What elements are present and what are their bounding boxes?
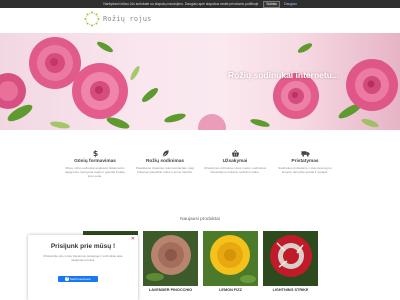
feature-title: Rožių sodinimas — [145, 159, 185, 164]
cookie-message: Naršydami toliau Jūs sutinkate su slapuk… — [103, 2, 260, 6]
cookie-more-link[interactable]: Daugiau — [284, 0, 297, 8]
feature-description: Pateikiame išsamias rekomendacijas, kaip… — [135, 166, 195, 174]
logo-text: Rožių rojus — [103, 15, 152, 23]
product-name[interactable]: LIGHTNING STRIKE — [263, 288, 318, 292]
feature-description: Užsakymus priimame visus metus, sodinuku… — [203, 166, 267, 174]
hero-title: Rožių sodinukai internetu... — [228, 70, 339, 80]
facebook-follow-popup: ✕ Prisijunk prie mūsų ! Prisijunkite pri… — [28, 235, 138, 300]
leaf-icon — [162, 149, 169, 157]
feature-title: Užsakymai — [222, 159, 248, 164]
basket-icon — [231, 149, 239, 157]
product-card[interactable]: LIGHTNING STRIKE — [263, 231, 318, 292]
feature-item: Pristatymas Sodinukus pristatome į visą … — [270, 148, 340, 204]
site-header: Rožių rojus — [0, 8, 400, 33]
feature-item: Užsakymai Užsakymus priimame visus metus… — [200, 148, 270, 204]
svg-text:$: $ — [92, 149, 97, 158]
feature-description: Sodinukus pristatome į visą Lietuvą per … — [278, 166, 332, 174]
product-image[interactable] — [203, 231, 258, 286]
latest-products-title: Naujausi produktai — [180, 217, 220, 222]
product-image[interactable] — [263, 231, 318, 286]
product-name[interactable]: LEMON FIZZ — [203, 288, 258, 292]
close-icon[interactable]: ✕ — [131, 237, 135, 242]
feature-title: Pristatymas — [291, 159, 319, 164]
hero-banner: Rožių sodinukai internetu... — [0, 33, 400, 130]
product-image[interactable] — [143, 231, 198, 286]
product-name[interactable]: LAVENDER PINOCCHIO — [143, 288, 198, 292]
truck-icon — [300, 150, 310, 157]
hero-roses-image — [0, 37, 398, 130]
cookie-accept-button[interactable]: Sutinku — [263, 0, 281, 8]
feature-description: Mūsų rožių sodinukai auginami tinkamomis… — [64, 166, 126, 178]
popup-text: Prisijunkite prie mūsų Facebook puslapyj… — [43, 254, 123, 262]
facebook-follow-button[interactable]: f Sekti Facebook — [58, 276, 98, 282]
logo-icon — [84, 11, 100, 27]
feature-title: Gūsių formavimas — [74, 159, 116, 164]
product-card[interactable]: LEMON FIZZ — [203, 231, 258, 292]
logo[interactable]: Rožių rojus — [84, 11, 152, 27]
features-section: $ Gūsių formavimas Mūsų rožių sodinukai … — [60, 148, 340, 204]
feature-item: $ Gūsių formavimas Mūsų rožių sodinukai … — [60, 148, 130, 204]
facebook-follow-label: Sekti Facebook — [69, 277, 91, 281]
product-card[interactable]: LAVENDER PINOCCHIO — [143, 231, 198, 292]
cookie-bar: Naršydami toliau Jūs sutinkate su slapuk… — [0, 0, 400, 8]
dollar-icon: $ — [92, 149, 97, 158]
popup-title: Prisijunk prie mūsų ! — [50, 243, 116, 250]
facebook-icon: f — [65, 276, 69, 281]
feature-item: Rožių sodinimas Pateikiame išsamias reko… — [130, 148, 200, 204]
